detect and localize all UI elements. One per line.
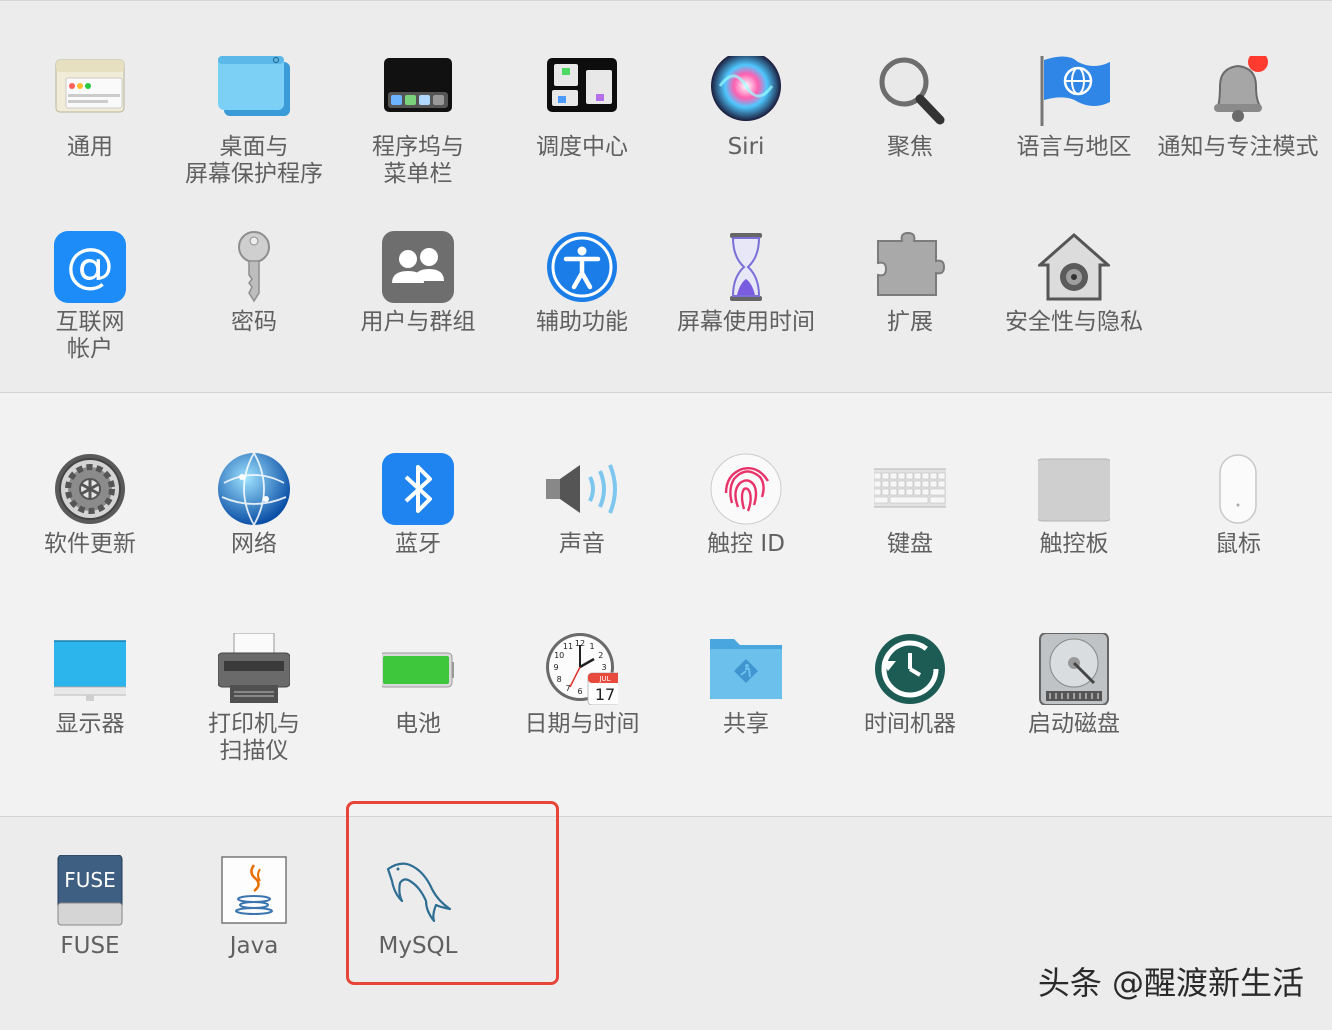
bluetooth-icon <box>382 453 454 525</box>
pref-label: FUSE <box>60 933 120 959</box>
globe-network-icon <box>218 453 290 525</box>
pref-label: 触控板 <box>1039 531 1109 557</box>
svg-text:@: @ <box>66 238 114 294</box>
display-icon <box>54 633 126 705</box>
clock-numeral: 10 <box>554 651 564 660</box>
pref-label: 扩展 <box>887 309 933 335</box>
clock-numeral: 6 <box>577 687 582 696</box>
dock-icon <box>382 56 454 128</box>
pref-label: 用户与群组 <box>360 309 476 335</box>
java-coffee-icon <box>218 855 290 927</box>
battery-icon <box>382 633 454 705</box>
clock-numeral: 1 <box>589 642 594 651</box>
pref-label: Java <box>229 933 279 959</box>
speaker-icon <box>546 453 618 525</box>
clock-numeral: 8 <box>557 675 562 684</box>
pref-label: 密码 <box>231 309 277 335</box>
pref-label: 调度中心 <box>536 134 628 160</box>
pref-label: 辅助功能 <box>536 309 628 335</box>
flag-globe-icon <box>1038 56 1110 128</box>
pref-label: 蓝牙 <box>395 531 441 557</box>
clock-numeral: 9 <box>553 663 558 672</box>
accessibility-icon <box>546 231 618 303</box>
pref-label: 通知与专注模式 <box>1157 134 1319 160</box>
watermark: 头条 @醒渡新生活 <box>1037 964 1304 1002</box>
pref-label: 程序坞与 菜单栏 <box>372 134 464 187</box>
clock-numeral: 2 <box>598 651 603 660</box>
clock-numeral: 7 <box>565 684 570 693</box>
pref-label: 日期与时间 <box>524 711 640 737</box>
printer-icon <box>218 633 290 705</box>
personal-prefs-section: 通用 桌面与屏幕保护程序 程序坞与菜单栏 调度中心 Siri 聚焦 语言与地 <box>0 0 1332 392</box>
hourglass-icon <box>710 231 782 303</box>
desktop-icon <box>218 56 290 128</box>
fingerprint-icon <box>710 453 782 525</box>
pref-label: 互联网 帐户 <box>55 309 125 362</box>
house-safe-icon <box>1038 231 1110 303</box>
gear-icon <box>54 453 126 525</box>
hardware-prefs-section: 软件更新 网络 蓝牙 声音 触控 ID 键盘 触控板 鼠标 显示器 打印机与 扫… <box>0 392 1332 816</box>
pref-label: 鼠标 <box>1215 531 1261 557</box>
at-sign-icon: @ <box>54 231 126 303</box>
mysql-highlight-box <box>346 801 559 985</box>
pref-label: 电池 <box>395 711 441 737</box>
pref-label: 软件更新 <box>44 531 136 557</box>
bell-icon <box>1202 56 1274 128</box>
pref-label: Siri <box>727 134 765 160</box>
pref-label: 键盘 <box>887 531 933 557</box>
fuse-icon-text: FUSE <box>64 868 115 892</box>
pref-label: 屏幕使用时间 <box>677 309 815 335</box>
fuse-icon: FUSE <box>54 855 126 927</box>
clock-numeral: 3 <box>601 663 606 672</box>
time-machine-icon <box>874 633 946 705</box>
clock-calendar-icon: 121234567891011JUL17 <box>546 633 618 705</box>
calendar-day: 17 <box>595 685 615 704</box>
pref-label: 网络 <box>231 531 277 557</box>
calendar-month: JUL <box>598 675 610 683</box>
mission-control-icon <box>546 56 618 128</box>
sharing-folder-icon <box>710 633 782 705</box>
keyboard-icon <box>874 453 946 525</box>
pref-label: 语言与地区 <box>1016 134 1132 160</box>
pref-label: 共享 <box>723 711 769 737</box>
mouse-icon <box>1202 453 1274 525</box>
pref-label: 聚焦 <box>887 134 933 160</box>
clock-numeral: 11 <box>563 642 573 651</box>
pref-label: 打印机与 扫描仪 <box>208 711 300 764</box>
pref-label: 通用 <box>67 134 113 160</box>
pref-label: 桌面与 屏幕保护程序 <box>185 134 323 187</box>
pref-label: 启动磁盘 <box>1028 711 1120 737</box>
pref-label: 触控 ID <box>707 531 785 557</box>
general-icon <box>54 56 126 128</box>
spotlight-icon <box>874 56 946 128</box>
key-icon <box>218 231 290 303</box>
pref-label: 时间机器 <box>864 711 956 737</box>
pref-label: 声音 <box>559 531 605 557</box>
pref-label: 显示器 <box>55 711 125 737</box>
puzzle-icon <box>874 231 946 303</box>
pref-label: 安全性与隐私 <box>1005 309 1143 335</box>
users-icon <box>382 231 454 303</box>
siri-icon <box>710 56 782 128</box>
trackpad-icon <box>1038 453 1110 525</box>
hard-drive-icon <box>1038 633 1110 705</box>
